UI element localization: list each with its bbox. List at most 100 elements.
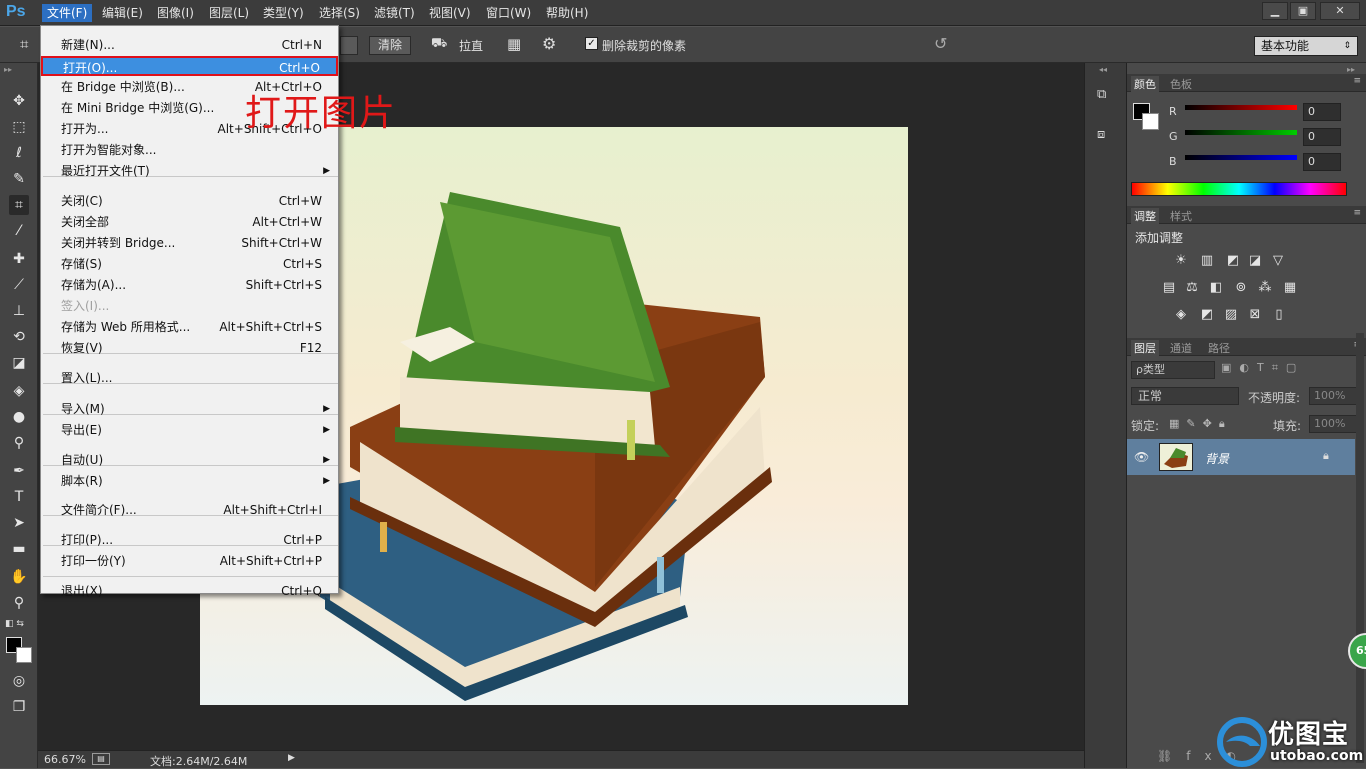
file-menu-item[interactable]: 打印(P)... Ctrl+P — [41, 530, 338, 550]
eye-icon[interactable]: 👁︎ — [1134, 450, 1149, 464]
healing-brush-tool-icon[interactable]: ✚ — [9, 249, 29, 269]
menu-file[interactable]: 文件(F) — [42, 4, 93, 22]
color-balance-icon[interactable]: ⚖ — [1184, 281, 1200, 295]
paint-bucket-tool-icon[interactable]: ◈ — [9, 381, 29, 401]
eyedropper-tool-icon[interactable]: ⁄ — [9, 221, 29, 241]
layers-scrollbar[interactable] — [1356, 333, 1364, 763]
file-menu-item[interactable]: 新建(N)... Ctrl+N — [41, 35, 338, 55]
file-menu-item[interactable]: 文件简介(F)... Alt+Shift+Ctrl+I — [41, 500, 338, 520]
menu-filter[interactable]: 滤镜(T) — [369, 4, 420, 22]
panel-menu-icon[interactable]: ≡ — [1353, 208, 1361, 218]
menu-select[interactable]: 选择(S) — [314, 4, 365, 22]
layer-filter-icons[interactable]: ▣◐T⌗▢ — [1221, 361, 1361, 379]
brush-tool-icon[interactable]: ⟋ — [9, 275, 29, 295]
color-lookup-icon[interactable]: ▦ — [1282, 281, 1298, 295]
dodge-tool-icon[interactable]: ⚲ — [9, 433, 29, 453]
gear-icon[interactable]: ⚙ — [542, 34, 560, 53]
tab-styles[interactable]: 样式 — [1167, 208, 1195, 224]
file-menu-item[interactable]: 脚本(R) ▶ — [41, 471, 338, 491]
photo-filter-icon[interactable]: ⊚ — [1233, 281, 1249, 295]
file-menu-item[interactable]: 恢复(V) F12 — [41, 338, 338, 358]
grid-overlay-icon[interactable]: ▦ — [507, 35, 525, 53]
tab-adjustments[interactable]: 调整 — [1131, 208, 1159, 224]
quick-mask-icon[interactable]: ◎ — [9, 671, 29, 691]
blur-tool-icon[interactable]: ● — [9, 407, 29, 427]
file-menu-item[interactable]: 自动(U) ▶ — [41, 450, 338, 470]
default-colors-icon[interactable]: ◧ ⇆ — [5, 619, 24, 629]
layer-filter-select[interactable]: ρ类型 — [1131, 361, 1215, 379]
fill-input[interactable]: 100% — [1309, 415, 1359, 433]
channel-g-value[interactable]: 0 — [1303, 128, 1341, 146]
file-menu-item[interactable]: 置入(L)... — [41, 368, 338, 388]
tab-channels[interactable]: 通道 — [1167, 340, 1195, 356]
screen-mode-icon[interactable]: ❐ — [9, 697, 29, 717]
path-select-tool-icon[interactable]: ➤ — [9, 513, 29, 533]
straighten-label[interactable]: 拉直 — [459, 37, 483, 54]
layer-row[interactable]: 👁︎ 背景 🔒︎ — [1127, 439, 1355, 475]
lock-icons[interactable]: ▦✎✥🔒︎ — [1169, 417, 1232, 431]
file-menu-item[interactable]: 打开(O)... Ctrl+O — [41, 56, 338, 76]
file-menu-item[interactable]: 存储为 Web 所用格式... Alt+Shift+Ctrl+S — [41, 317, 338, 337]
restore-button[interactable]: ▣ — [1290, 2, 1316, 20]
tab-paths[interactable]: 路径 — [1205, 340, 1233, 356]
hand-tool-icon[interactable]: ✋ — [9, 567, 29, 587]
rectangle-tool-icon[interactable]: ▬ — [9, 539, 29, 559]
channel-r-slider[interactable] — [1185, 105, 1297, 110]
menu-edit[interactable]: 编辑(E) — [97, 4, 148, 22]
posterize-icon[interactable]: ◩ — [1199, 308, 1215, 322]
menu-layer[interactable]: 图层(L) — [204, 4, 254, 22]
ratio-input[interactable] — [340, 36, 358, 55]
file-menu-item[interactable]: 最近打开文件(T) ▶ — [41, 161, 338, 181]
workspace-select[interactable]: 基本功能 ⇕ — [1254, 36, 1358, 56]
clone-stamp-tool-icon[interactable]: ⊥ — [9, 301, 29, 321]
file-menu-item[interactable]: 导入(M) ▶ — [41, 399, 338, 419]
background-color-swatch[interactable] — [16, 647, 32, 663]
brightness-icon[interactable]: ☀ — [1173, 254, 1189, 268]
threshold-icon[interactable]: ▨ — [1223, 308, 1239, 322]
channel-g-slider[interactable] — [1185, 130, 1297, 135]
tab-color[interactable]: 颜色 — [1131, 76, 1159, 92]
properties-panel-icon[interactable]: ⧈ — [1097, 127, 1115, 145]
color-spectrum[interactable] — [1131, 182, 1347, 196]
curves-icon[interactable]: ◩ — [1225, 254, 1241, 268]
pen-tool-icon[interactable]: ✒ — [9, 461, 29, 481]
selective-color-icon[interactable]: ⊠ — [1247, 308, 1263, 322]
minimize-button[interactable]: ▁ — [1262, 2, 1288, 20]
history-panel-icon[interactable]: ⧉ — [1097, 87, 1115, 105]
menu-image[interactable]: 图像(I) — [152, 4, 199, 22]
clear-button[interactable]: 清除 — [369, 36, 412, 55]
crop-tool-icon[interactable]: ⌗ — [9, 195, 29, 215]
reset-icon[interactable]: ↺ — [934, 34, 952, 53]
channel-mixer-icon[interactable]: ⁂ — [1257, 281, 1273, 295]
file-menu-item[interactable]: 关闭(C) Ctrl+W — [41, 191, 338, 211]
file-menu-item[interactable]: 关闭并转到 Bridge... Shift+Ctrl+W — [41, 233, 338, 253]
crop-tool-icon[interactable]: ⌗ — [20, 35, 38, 53]
quick-select-tool-icon[interactable]: ✎ — [9, 169, 29, 189]
channel-b-slider[interactable] — [1185, 155, 1297, 160]
lasso-tool-icon[interactable]: ℓ — [9, 143, 29, 163]
color-panel-background[interactable] — [1142, 113, 1159, 130]
exposure-icon[interactable]: ◪ — [1247, 254, 1263, 268]
close-button[interactable]: ✕ — [1320, 2, 1360, 20]
straighten-icon[interactable]: ⛟ — [431, 36, 449, 54]
levels-icon[interactable]: ▥ — [1199, 254, 1215, 268]
menu-window[interactable]: 窗口(W) — [481, 4, 536, 22]
invert-icon[interactable]: ◈ — [1173, 308, 1189, 322]
dock-collapse-icon[interactable]: ◂◂ — [1099, 65, 1107, 74]
channel-r-value[interactable]: 0 — [1303, 103, 1341, 121]
file-menu-item[interactable]: 存储(S) Ctrl+S — [41, 254, 338, 274]
blend-mode-select[interactable]: 正常 — [1131, 387, 1239, 405]
move-tool-icon[interactable]: ✥ — [9, 91, 29, 111]
panel-menu-icon[interactable]: ≡ — [1353, 76, 1361, 86]
file-menu-item[interactable]: 打印一份(Y) Alt+Shift+Ctrl+P — [41, 551, 338, 571]
file-menu-item[interactable]: 打开为智能对象... — [41, 140, 338, 160]
black-white-icon[interactable]: ◧ — [1208, 281, 1224, 295]
status-menu-arrow-icon[interactable]: ▶ — [288, 753, 295, 763]
opacity-input[interactable]: 100% — [1309, 387, 1359, 405]
tab-swatches[interactable]: 色板 — [1167, 76, 1195, 92]
history-brush-tool-icon[interactable]: ⟲ — [9, 327, 29, 347]
menu-view[interactable]: 视图(V) — [424, 4, 476, 22]
file-menu-item[interactable]: 存储为(A)... Shift+Ctrl+S — [41, 275, 338, 295]
gradient-map-icon[interactable]: ▯ — [1271, 308, 1287, 322]
delete-cropped-checkbox[interactable]: ✓ — [585, 37, 598, 50]
